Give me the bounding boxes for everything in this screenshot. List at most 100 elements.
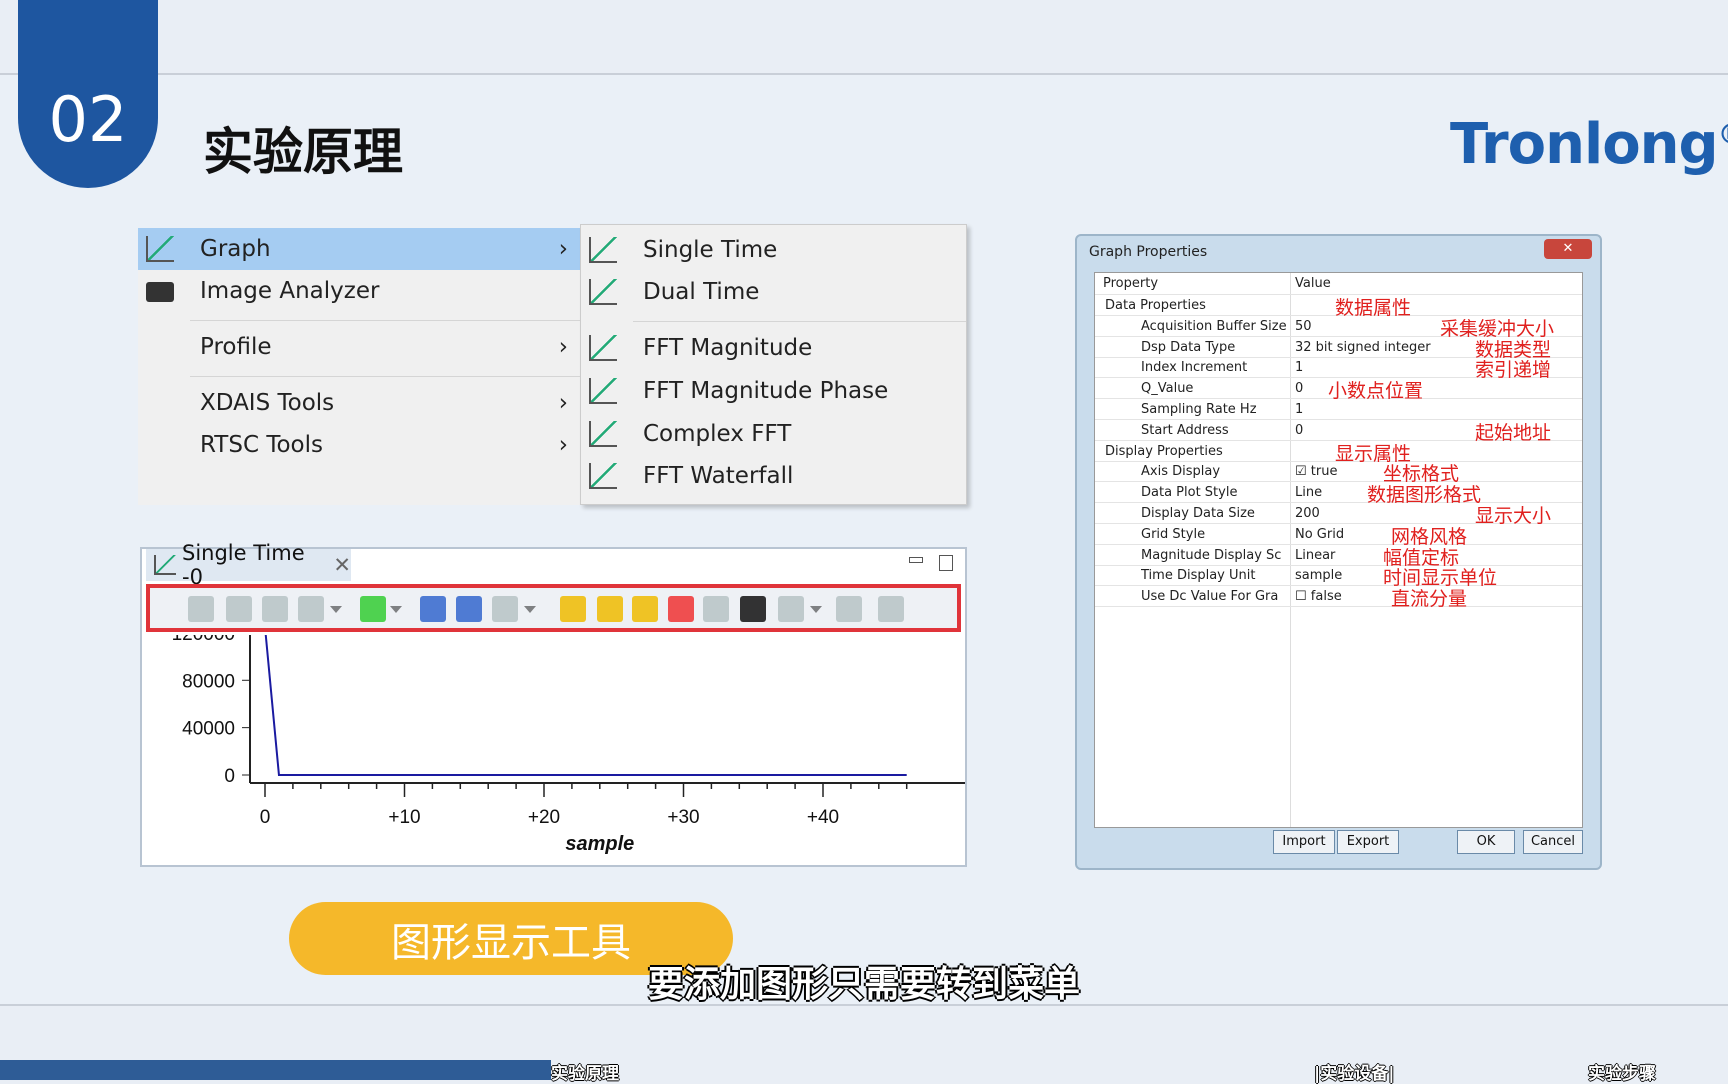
align-icon[interactable]	[226, 596, 252, 622]
tab-single-time[interactable]: Single Time -0 ✕	[146, 541, 351, 589]
property-value[interactable]: 50	[1295, 319, 1312, 334]
submenu-item-single-time[interactable]: Single Time	[581, 229, 968, 271]
header-value: Value	[1295, 276, 1331, 291]
chart-icon	[589, 335, 617, 361]
property-value[interactable]: 32 bit signed integer	[1295, 340, 1431, 355]
chevron-right-icon: ›	[558, 390, 568, 416]
graph-toolbar	[146, 584, 961, 632]
step-icon[interactable]	[778, 596, 804, 622]
find-icon[interactable]	[740, 596, 766, 622]
chart-icon	[589, 421, 617, 447]
y-tick-label: 0	[224, 766, 235, 787]
divider	[190, 320, 580, 321]
footer-item-equipment[interactable]: |实验设备|	[1314, 1059, 1394, 1084]
series-line	[264, 635, 907, 776]
property-value[interactable]: Line	[1295, 485, 1322, 500]
zoom-out-icon[interactable]	[456, 596, 482, 622]
close-button[interactable]: ✕	[1544, 239, 1592, 259]
maximize-icon[interactable]	[939, 555, 953, 571]
property-value[interactable]: 1	[1295, 402, 1303, 417]
x-axis-label: sample	[565, 833, 634, 855]
y-tick-label: 40000	[182, 719, 235, 740]
property-value[interactable]: sample	[1295, 568, 1342, 583]
lock-icon[interactable]	[836, 596, 862, 622]
dropdown-icon[interactable]	[524, 596, 536, 622]
submenu-item-complex-fft[interactable]: Complex FFT	[581, 413, 968, 455]
dropdown-icon[interactable]	[390, 596, 402, 622]
menu-label: FFT Magnitude	[643, 335, 813, 361]
chevron-right-icon: ›	[558, 334, 568, 360]
camera-icon	[146, 282, 174, 302]
submenu-item-fft-waterfall[interactable]: FFT Waterfall	[581, 455, 968, 497]
property-row[interactable]: Time Display Unit sample 时间显示单位	[1095, 565, 1582, 589]
property-row[interactable]: Axis Display ☑ true 坐标格式	[1095, 461, 1582, 485]
property-value[interactable]: Linear	[1295, 548, 1335, 563]
menu-label: FFT Waterfall	[643, 463, 794, 489]
menu-label: Profile	[200, 334, 272, 360]
graph-properties-dialog: Graph Properties ✕ Property Value Data Pr…	[1075, 234, 1602, 870]
legend-icon[interactable]	[703, 596, 729, 622]
line-chart: 0 +10 +20 +30 +40 0 40000 80000 120000 sample	[172, 635, 965, 855]
menu-item-profile[interactable]: Profile ›	[138, 326, 580, 368]
menu-label: Graph	[200, 236, 271, 262]
chart-icon	[154, 555, 176, 575]
dropdown-icon[interactable]	[810, 596, 822, 622]
property-value[interactable]: 1	[1295, 360, 1303, 375]
remove-icon[interactable]	[668, 596, 694, 622]
annotation: 直流分量	[1391, 588, 1468, 611]
zoom-fit-icon[interactable]	[492, 596, 518, 622]
menu-label: Complex FFT	[643, 421, 792, 447]
property-row[interactable]: Grid Style No Grid 网格风格	[1095, 524, 1582, 548]
continuous-refresh-icon[interactable]	[632, 596, 658, 622]
snap-icon[interactable]	[188, 596, 214, 622]
tab-label: Single Time -0	[182, 541, 305, 589]
fit-icon[interactable]	[262, 596, 288, 622]
divider	[633, 321, 966, 322]
submenu-item-fft-magnitude[interactable]: FFT Magnitude	[581, 327, 968, 369]
x-tick-label: +10	[388, 807, 420, 828]
menu-item-xdais-tools[interactable]: XDAIS Tools ›	[138, 382, 580, 424]
context-menu: Graph › Image Analyzer Profile › XDAIS Too…	[138, 228, 580, 505]
ok-button[interactable]: OK	[1457, 830, 1515, 854]
import-button[interactable]: Import	[1273, 830, 1335, 854]
cursor-icon[interactable]	[298, 596, 324, 622]
property-row[interactable]: Display Properties 显示属性	[1095, 441, 1582, 465]
menu-item-image-analyzer[interactable]: Image Analyzer	[138, 270, 580, 312]
export-button[interactable]: Export	[1337, 830, 1399, 854]
properties-icon[interactable]	[878, 596, 904, 622]
add-icon[interactable]	[360, 596, 386, 622]
property-row[interactable]: Display Data Size 200 显示大小	[1095, 503, 1582, 527]
property-value[interactable]: 200	[1295, 506, 1320, 521]
chart-icon	[589, 237, 617, 263]
section-number: 02	[18, 0, 158, 188]
property-value[interactable]: ☐ false	[1295, 589, 1342, 604]
refresh-icon[interactable]	[560, 596, 586, 622]
property-value[interactable]: 0	[1295, 423, 1303, 438]
menu-label: Dual Time	[643, 279, 760, 305]
submenu-item-dual-time[interactable]: Dual Time	[581, 271, 968, 313]
chevron-right-icon: ›	[558, 236, 568, 262]
property-value[interactable]: No Grid	[1295, 527, 1344, 542]
property-row[interactable]: Use Dc Value For Gra ☐ false 直流分量	[1095, 586, 1582, 610]
zoom-in-icon[interactable]	[420, 596, 446, 622]
menu-label: Single Time	[643, 237, 778, 263]
footer-item-steps[interactable]: 实验步骤	[1588, 1059, 1656, 1084]
property-value[interactable]: 0	[1295, 381, 1303, 396]
x-tick-label: +40	[807, 807, 839, 828]
menu-item-rtsc-tools[interactable]: RTSC Tools ›	[138, 424, 580, 466]
header-property: Property	[1103, 276, 1159, 291]
footer-item-principle[interactable]: 实验原理	[551, 1059, 619, 1084]
sync-icon[interactable]	[597, 596, 623, 622]
menu-item-graph[interactable]: Graph ›	[138, 228, 580, 270]
grid-header: Property Value	[1095, 273, 1582, 295]
property-row[interactable]: Q_Value 0 小数点位置	[1095, 378, 1582, 402]
close-icon[interactable]: ✕	[333, 553, 351, 577]
property-row[interactable]: Magnitude Display Sc Linear 幅值定标	[1095, 545, 1582, 569]
submenu-item-fft-magnitude-phase[interactable]: FFT Magnitude Phase	[581, 370, 968, 412]
dropdown-icon[interactable]	[330, 596, 342, 622]
property-value[interactable]: ☑ true	[1295, 464, 1337, 479]
property-grid: Property Value Data Properties 数据属性 Acquisi…	[1094, 272, 1583, 828]
minimize-icon[interactable]	[909, 557, 923, 563]
page-title: 实验原理	[203, 123, 403, 181]
cancel-button[interactable]: Cancel	[1523, 830, 1583, 854]
